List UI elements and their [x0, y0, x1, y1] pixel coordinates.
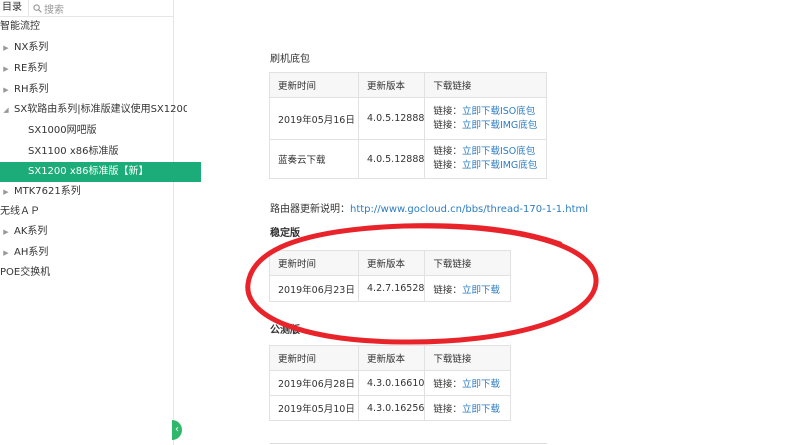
- table-row: 2019年06月28日 4.3.0.16610 链接：立即下载: [269, 370, 511, 396]
- update-version: 4.2.7.16528: [357, 275, 426, 302]
- section-title-stable: 稳定版: [270, 228, 300, 239]
- table-header-row: 更新时间 更新版本 下载链接: [269, 72, 547, 98]
- download-iso-link[interactable]: 立即下载ISO底包: [462, 146, 535, 157]
- stable-table: 更新时间 更新版本 下载链接 2019年06月23日 4.2.7.16528 链…: [269, 250, 511, 302]
- firmware-table: 更新时间 更新版本 下载链接 2019年05月16日 4.0.5.12888 链…: [269, 72, 547, 179]
- tree-item-re[interactable]: ▶ RE系列: [0, 59, 187, 79]
- tree-item-mtk7621[interactable]: ▶ MTK7621系列: [0, 182, 187, 202]
- tree-item-label: 智能流控: [0, 21, 40, 32]
- expand-triangle-icon[interactable]: ▶: [2, 243, 10, 263]
- update-date: 2019年06月28日: [269, 370, 359, 396]
- tree-item-label: SX1200 x86标准版【新】: [28, 166, 149, 177]
- update-date: 蓝奏云下载: [269, 139, 359, 179]
- tree-item-ak[interactable]: ▶ AK系列: [0, 222, 187, 242]
- link-prefix: 链接：: [433, 404, 462, 415]
- column-header: 下载链接: [424, 72, 547, 98]
- tree-item-sx1000[interactable]: SX1000网吧版: [0, 121, 201, 141]
- tree-item-label: SX软路由系列|标准版建议使用SX1200 x86标准版: [14, 104, 187, 115]
- tree-item-wireless-ap[interactable]: 无线ＡＰ: [0, 202, 173, 222]
- search-icon: [33, 3, 42, 13]
- sidebar: 目录 搜索 智能流控 ▶ NX系列 ▶ RE系列 ▶ RH系列 ◢ SX软路由系…: [0, 0, 201, 445]
- link-prefix: 链接：: [433, 160, 462, 171]
- tree-item-label: RE系列: [14, 63, 48, 74]
- tree-item-label: RH系列: [14, 84, 49, 95]
- divider: [270, 443, 547, 444]
- tree-item-ah[interactable]: ▶ AH系列: [0, 243, 187, 263]
- column-header: 更新时间: [269, 250, 359, 276]
- section-title-beta: 公测版: [270, 325, 300, 336]
- table-row: 2019年05月16日 4.0.5.12888 链接：立即下载ISO底包 链接：…: [269, 97, 547, 140]
- link-prefix: 链接：: [433, 146, 462, 157]
- column-header: 更新时间: [269, 72, 359, 98]
- sidebar-header: 目录 搜索: [0, 0, 173, 17]
- download-links-cell: 链接：立即下载ISO底包 链接：立即下载IMG底包: [424, 97, 547, 140]
- expand-triangle-icon[interactable]: ▶: [2, 80, 10, 100]
- column-header: 更新时间: [269, 345, 359, 371]
- tree-item-label: NX系列: [14, 42, 49, 53]
- download-iso-link[interactable]: 立即下载ISO底包: [462, 106, 535, 117]
- column-header: 下载链接: [424, 250, 511, 276]
- update-version: 4.3.0.16256: [357, 395, 426, 421]
- expand-triangle-icon[interactable]: ▶: [2, 222, 10, 242]
- download-links-cell: 链接：立即下载: [424, 370, 511, 396]
- tree-item-rh[interactable]: ▶ RH系列: [0, 80, 187, 100]
- tree-item-label: POE交换机: [0, 267, 51, 278]
- collapse-triangle-icon[interactable]: ◢: [2, 100, 10, 120]
- tree-item-poe-switch[interactable]: POE交换机: [0, 263, 173, 283]
- column-header: 下载链接: [424, 345, 511, 371]
- update-note: 路由器更新说明：http://www.gocloud.cn/bbs/thread…: [270, 200, 588, 215]
- table-row: 2019年06月23日 4.2.7.16528 链接：立即下载: [269, 275, 511, 302]
- tree-item-sx1100[interactable]: SX1100 x86标准版: [0, 142, 201, 162]
- expand-triangle-icon[interactable]: ▶: [2, 38, 10, 58]
- tree-item-sx[interactable]: ◢ SX软路由系列|标准版建议使用SX1200 x86标准版: [0, 100, 187, 120]
- update-date: 2019年05月16日: [269, 97, 359, 140]
- update-version: 4.0.5.12888: [357, 139, 426, 179]
- tree-item-nx[interactable]: ▶ NX系列: [0, 38, 187, 58]
- tree-item-label: SX1000网吧版: [28, 125, 97, 136]
- tree-item-label: AK系列: [14, 226, 48, 237]
- update-date: 2019年05月10日: [269, 395, 359, 421]
- download-links-cell: 链接：立即下载: [424, 275, 511, 302]
- download-img-link[interactable]: 立即下载IMG底包: [462, 160, 537, 171]
- table-header-row: 更新时间 更新版本 下载链接: [269, 345, 511, 371]
- tree-item-smart-flow[interactable]: 智能流控: [0, 17, 173, 37]
- tree-item-label: MTK7621系列: [14, 186, 81, 197]
- toc-tab[interactable]: 目录: [0, 0, 29, 16]
- download-links-cell: 链接：立即下载ISO底包 链接：立即下载IMG底包: [424, 139, 547, 179]
- table-row: 蓝奏云下载 4.0.5.12888 链接：立即下载ISO底包 链接：立即下载IM…: [269, 139, 547, 179]
- link-prefix: 链接：: [433, 379, 462, 390]
- update-version: 4.3.0.16610: [357, 370, 426, 396]
- beta-table: 更新时间 更新版本 下载链接 2019年06月28日 4.3.0.16610 链…: [269, 345, 511, 421]
- update-note-link[interactable]: http://www.gocloud.cn/bbs/thread-170-1-1…: [350, 204, 588, 215]
- update-date: 2019年06月23日: [269, 275, 359, 302]
- tree-item-label: AH系列: [14, 247, 49, 258]
- search-placeholder: 搜索: [44, 4, 64, 16]
- tree-item-label: 无线ＡＰ: [0, 206, 40, 217]
- column-header: 更新版本: [357, 345, 426, 371]
- expand-triangle-icon[interactable]: ▶: [2, 59, 10, 79]
- section-title-firmware: 刷机底包: [270, 54, 310, 65]
- expand-triangle-icon[interactable]: ▶: [2, 182, 10, 202]
- download-link[interactable]: 立即下载: [462, 285, 500, 296]
- download-img-link[interactable]: 立即下载IMG底包: [462, 120, 537, 131]
- search-box[interactable]: 搜索: [29, 1, 64, 16]
- tree-item-label: SX1100 x86标准版: [28, 146, 119, 157]
- tree-item-sx1200-active[interactable]: SX1200 x86标准版【新】: [0, 162, 201, 182]
- table-header-row: 更新时间 更新版本 下载链接: [269, 250, 511, 276]
- link-prefix: 链接：: [433, 119, 462, 131]
- update-note-label: 路由器更新说明：: [270, 204, 350, 215]
- update-version: 4.0.5.12888: [357, 97, 426, 140]
- table-row: 2019年05月10日 4.3.0.16256 链接：立即下载: [269, 395, 511, 421]
- link-prefix: 链接：: [433, 284, 462, 296]
- sidebar-collapse-chevron-icon[interactable]: ‹: [172, 420, 182, 440]
- download-link[interactable]: 立即下载: [462, 379, 500, 390]
- link-prefix: 链接：: [433, 105, 462, 117]
- download-link[interactable]: 立即下载: [462, 404, 500, 415]
- column-header: 更新版本: [357, 72, 426, 98]
- download-links-cell: 链接：立即下载: [424, 395, 511, 421]
- column-header: 更新版本: [357, 250, 426, 276]
